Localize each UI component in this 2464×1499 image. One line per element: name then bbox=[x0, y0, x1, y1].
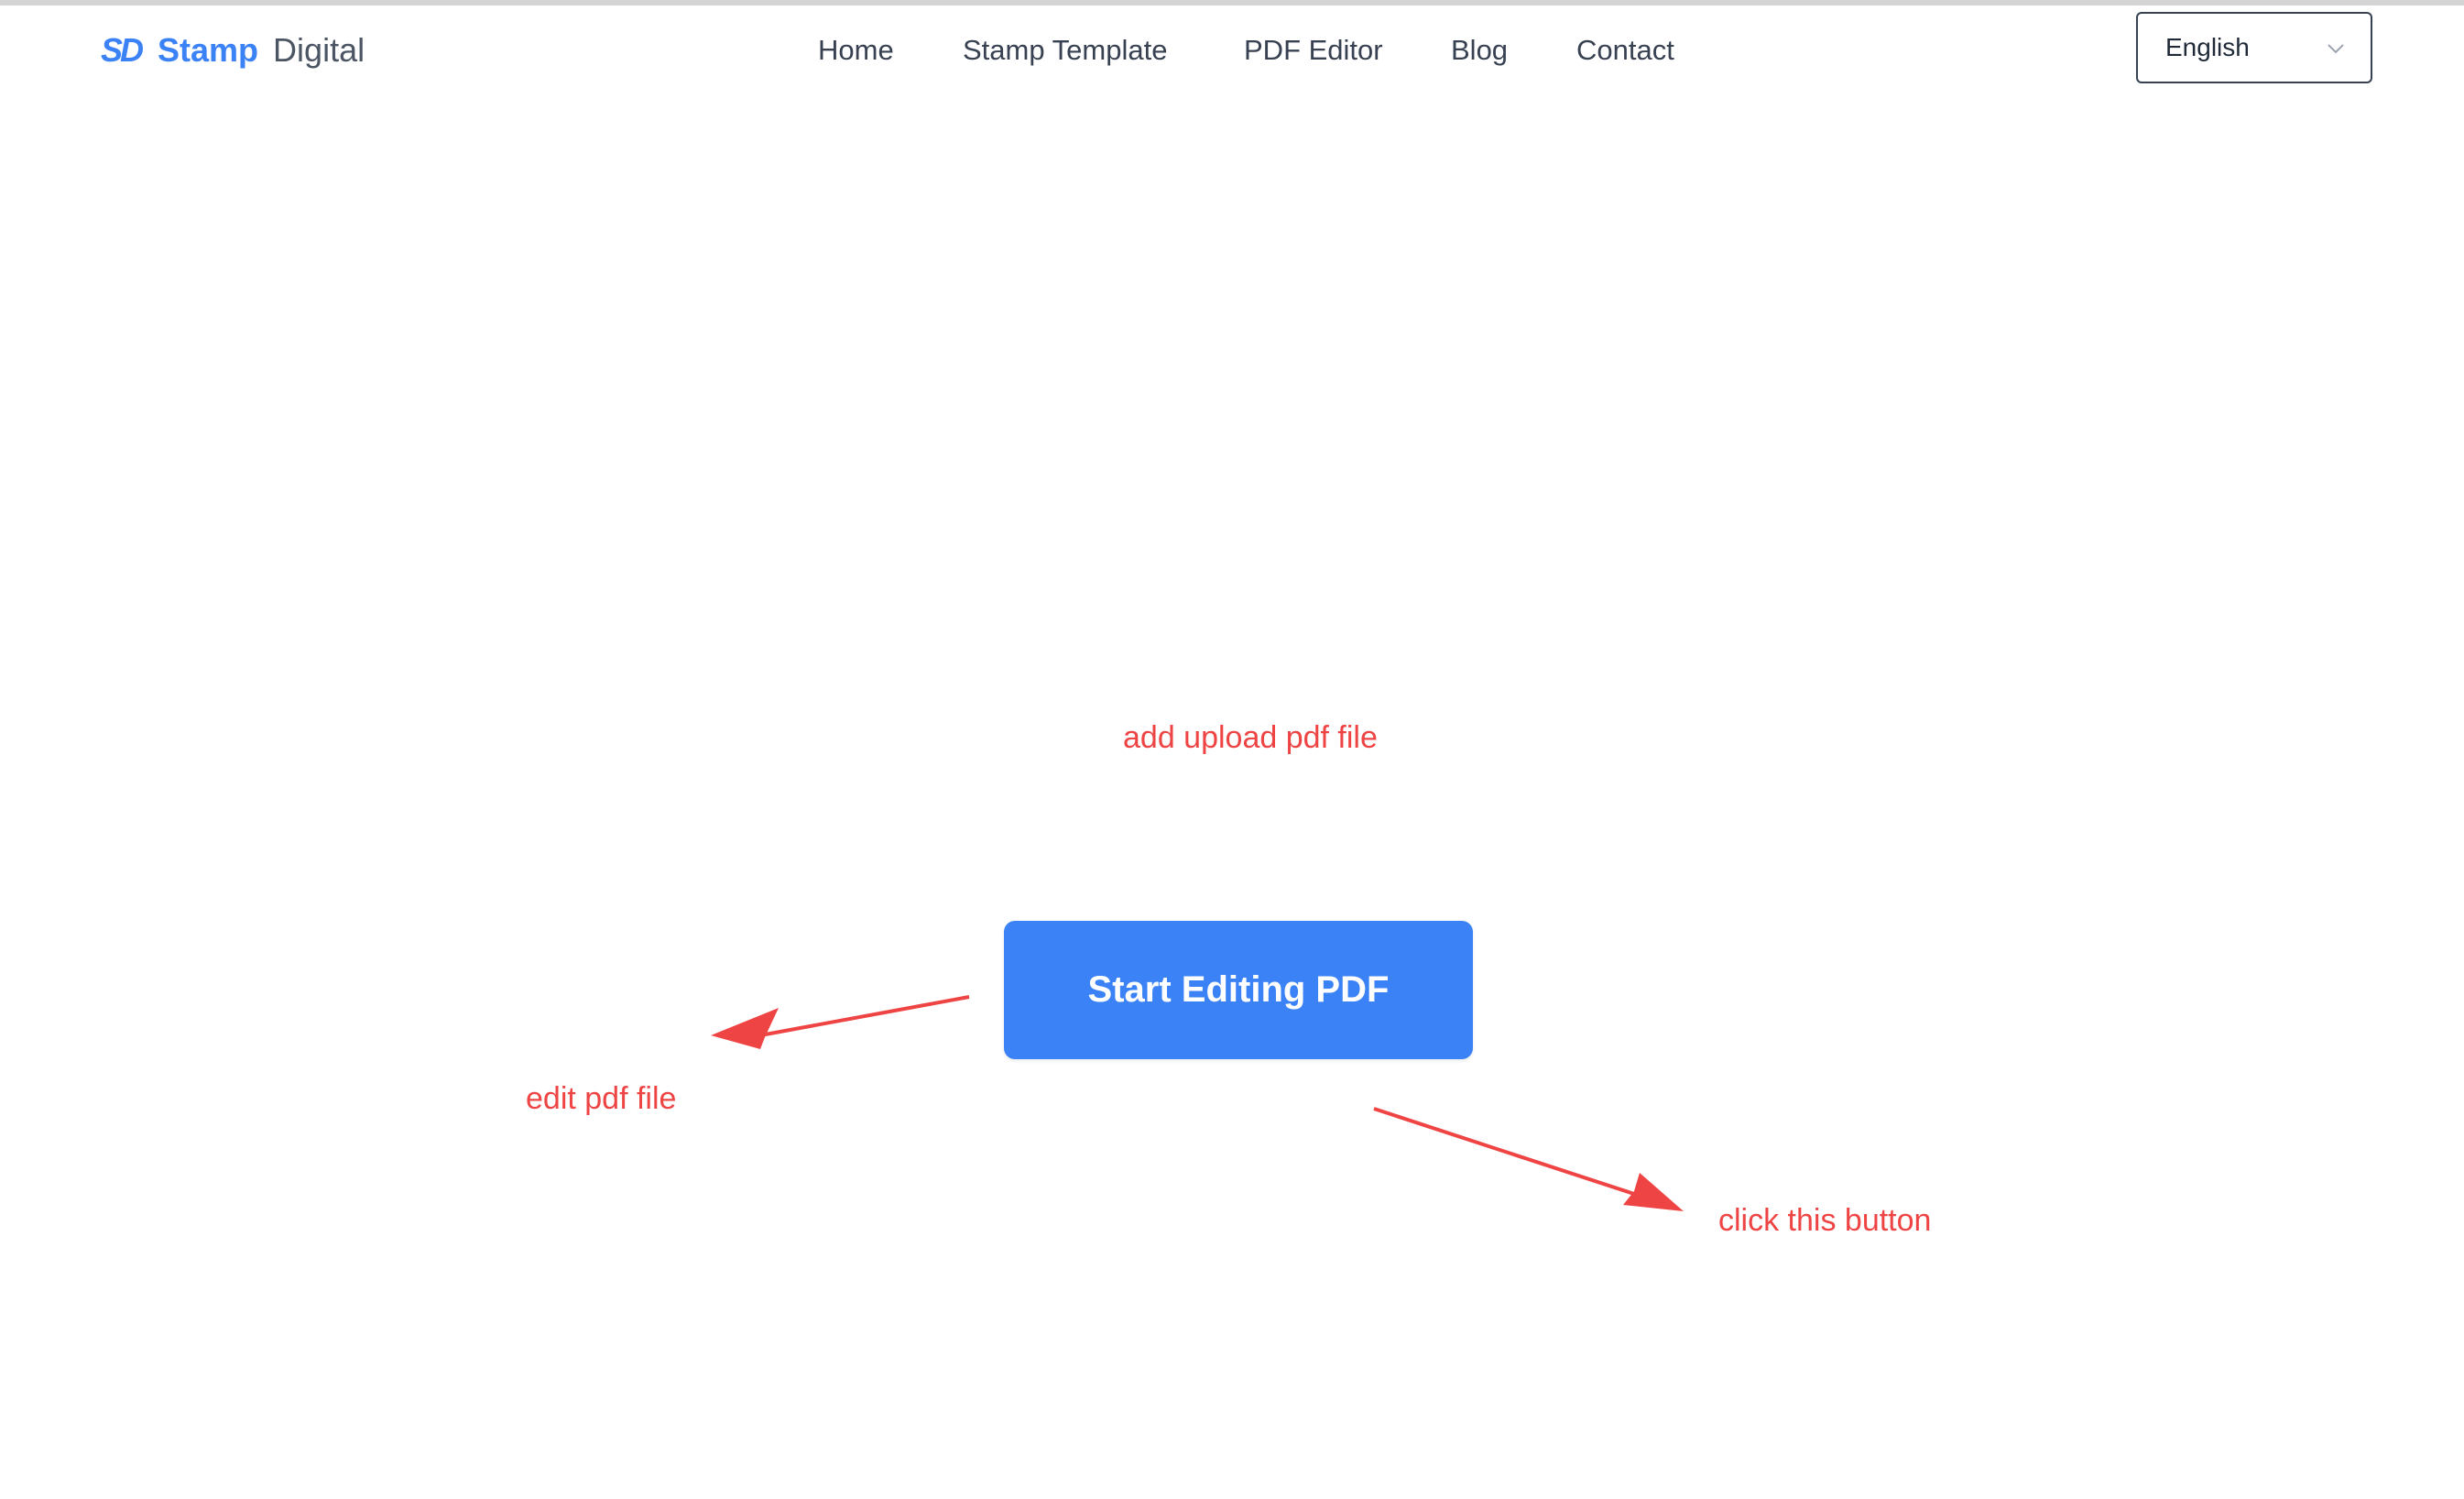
annotation-upload-note: add upload pdf file bbox=[1123, 720, 1378, 755]
language-selected-value: English bbox=[2165, 33, 2250, 61]
arrow-icon bbox=[1373, 1107, 1684, 1211]
annotation-edit-note: edit pdf file bbox=[526, 1081, 677, 1116]
chevron-down-icon bbox=[2328, 44, 2344, 54]
start-editing-pdf-button[interactable]: Start Editing PDF bbox=[1004, 921, 1473, 1059]
main-nav: Home Stamp Template PDF Editor Blog Cont… bbox=[0, 27, 2464, 73]
window-top-border bbox=[0, 0, 2464, 5]
nav-stamp-template-link[interactable]: Stamp Template bbox=[963, 27, 1167, 73]
nav-contact-link[interactable]: Contact bbox=[1576, 27, 1674, 73]
language-select[interactable]: English bbox=[2136, 12, 2372, 83]
nav-blog-link[interactable]: Blog bbox=[1451, 27, 1508, 73]
annotation-click-note: click this button bbox=[1718, 1203, 1932, 1238]
nav-pdf-editor-link[interactable]: PDF Editor bbox=[1244, 27, 1383, 73]
arrow-icon bbox=[711, 995, 970, 1049]
nav-home-link[interactable]: Home bbox=[818, 27, 894, 73]
page: SD Stamp Digital Home Stamp Template PDF… bbox=[0, 0, 2464, 1499]
